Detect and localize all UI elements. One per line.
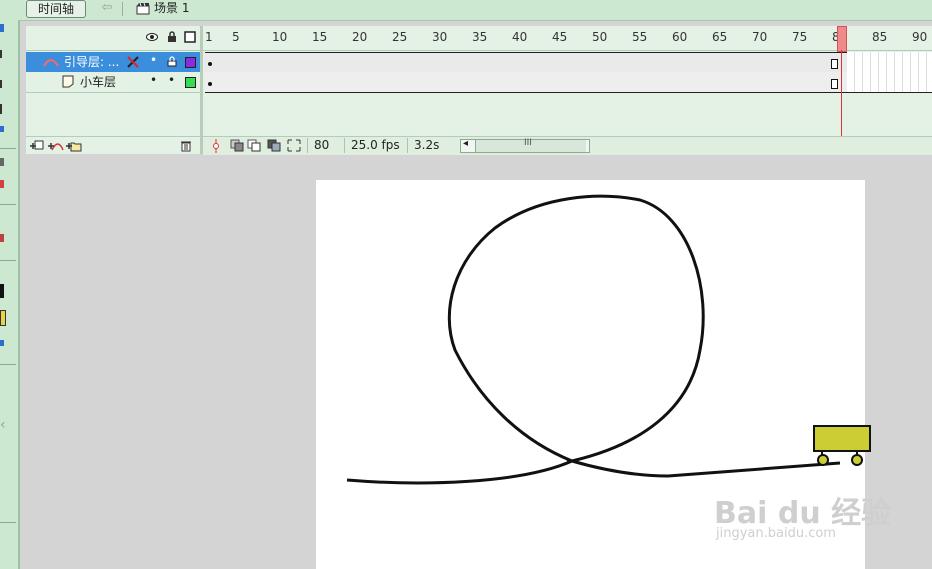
- tools-panel: ‹: [0, 0, 20, 569]
- current-frame: 80: [307, 138, 346, 153]
- ruler-tick-label: 85: [872, 30, 888, 44]
- ruler-tick-label: 60: [672, 30, 688, 44]
- layers-panel: 引导层: ... • 小车层 • •: [26, 26, 200, 154]
- frame-row-cart[interactable]: [205, 72, 932, 93]
- tools-separator: [0, 148, 16, 149]
- keyframe-marker[interactable]: [208, 82, 212, 86]
- layer-header: [26, 26, 200, 51]
- playhead[interactable]: [837, 26, 847, 52]
- ruler-tick-label: 40: [512, 30, 528, 44]
- center-frame-icon[interactable]: [211, 139, 221, 153]
- scroll-thumb[interactable]: III: [475, 138, 586, 152]
- timeline-hscrollbar[interactable]: ◂ III: [460, 138, 590, 153]
- back-arrow-icon[interactable]: ⇦: [98, 0, 116, 16]
- modify-markers-icon[interactable]: [287, 139, 301, 152]
- frame-rate[interactable]: 25.0 fps: [344, 138, 405, 153]
- ruler-tick-label: 10: [272, 30, 288, 44]
- ruler-tick-label: 90: [912, 30, 928, 44]
- onion-outline-icon[interactable]: [247, 139, 261, 152]
- fill-color-icon[interactable]: [0, 310, 6, 326]
- ink-bottle-icon[interactable]: [0, 158, 4, 166]
- edit-multiple-frames-icon[interactable]: [267, 139, 281, 152]
- scroll-grip: III: [524, 138, 532, 148]
- ruler-tick-label: 45: [552, 30, 568, 44]
- endframe-marker[interactable]: [831, 79, 838, 89]
- tools-separator: [0, 204, 16, 205]
- elapsed-time: 3.2s: [407, 138, 454, 153]
- add-guide-layer-icon[interactable]: [48, 140, 64, 152]
- ruler-tick-label: 5: [232, 30, 240, 44]
- ruler-tick-label: 70: [752, 30, 768, 44]
- ruler-tick-label: 55: [632, 30, 648, 44]
- show-hide-eye-icon[interactable]: [146, 31, 158, 43]
- lasso-tool-icon[interactable]: [0, 50, 6, 58]
- ruler-tick-label: 50: [592, 30, 608, 44]
- guide-layer-icon: [43, 59, 59, 67]
- pencil-edit-icon: [127, 56, 139, 68]
- add-layer-icon[interactable]: [30, 140, 46, 152]
- stroke-color-icon[interactable]: [0, 284, 4, 298]
- onion-skin-icon[interactable]: [230, 139, 244, 152]
- frame-row-guide[interactable]: [205, 52, 932, 74]
- playhead-line: [841, 50, 842, 136]
- layer-name[interactable]: 小车层: [80, 74, 116, 90]
- pen-tool-icon[interactable]: [0, 80, 6, 88]
- layer-name[interactable]: 引导层: ...: [64, 54, 119, 70]
- subselect-tool-icon[interactable]: [0, 24, 4, 32]
- trash-icon[interactable]: [180, 140, 192, 152]
- lock-icon[interactable]: [166, 31, 178, 43]
- layer-row-guide[interactable]: 引导层: ... •: [26, 52, 200, 72]
- layer-row-cart[interactable]: 小车层 • •: [26, 72, 200, 93]
- toolbar-separator: [122, 2, 123, 16]
- keyframe-marker[interactable]: [208, 62, 212, 66]
- outline-icon[interactable]: [184, 31, 196, 43]
- timeline-status-bar: 80 25.0 fps 3.2s ◂ III: [203, 136, 932, 155]
- collapse-arrow-icon[interactable]: ‹: [0, 418, 6, 432]
- ruler-tick-label: 75: [792, 30, 808, 44]
- tools-separator: [0, 260, 16, 261]
- scene-label[interactable]: 场景 1: [154, 1, 189, 16]
- layer-color-swatch[interactable]: [185, 57, 196, 68]
- visibility-dot-icon[interactable]: •: [150, 53, 157, 67]
- scene-clapper-icon: [136, 2, 150, 15]
- ruler-tick-label: 65: [712, 30, 728, 44]
- layer-lock-icon[interactable]: [167, 56, 177, 67]
- pencil-tool-icon[interactable]: [0, 104, 6, 114]
- eraser-tool-icon[interactable]: [0, 234, 4, 242]
- frames-panel: 151015202530354045505560657075808590 80 …: [203, 26, 932, 155]
- ruler-tick-label: 15: [312, 30, 328, 44]
- timeline-toolbar: 时间轴 ⇦ 场景 1: [18, 0, 932, 21]
- brush-tool-icon[interactable]: [0, 126, 4, 132]
- ruler-tick-label: 35: [472, 30, 488, 44]
- tools-separator: [0, 364, 16, 365]
- layer-footer: [26, 136, 200, 155]
- baidu-watermark-url: jingyan.baidu.com: [716, 526, 836, 541]
- ruler-tick-label: 20: [352, 30, 368, 44]
- timeline-button[interactable]: 时间轴: [26, 0, 86, 18]
- visibility-dot-icon[interactable]: •: [150, 73, 157, 87]
- paint-bucket-icon[interactable]: [0, 180, 4, 188]
- normal-layer-icon: [62, 75, 74, 88]
- tools-separator: [0, 522, 16, 523]
- lock-dot-icon[interactable]: •: [168, 73, 175, 87]
- ruler-tick-label: 25: [392, 30, 408, 44]
- layer-color-swatch[interactable]: [185, 77, 196, 88]
- empty-frame-cells[interactable]: [847, 52, 932, 92]
- swap-colors-icon[interactable]: [0, 340, 4, 346]
- ruler-tick-label: 1: [205, 30, 213, 44]
- scroll-left-arrow-icon[interactable]: ◂: [463, 138, 468, 149]
- frame-ruler[interactable]: 151015202530354045505560657075808590: [203, 26, 932, 51]
- endframe-marker[interactable]: [831, 59, 838, 69]
- ruler-tick-label: 30: [432, 30, 448, 44]
- add-folder-icon[interactable]: [66, 140, 82, 152]
